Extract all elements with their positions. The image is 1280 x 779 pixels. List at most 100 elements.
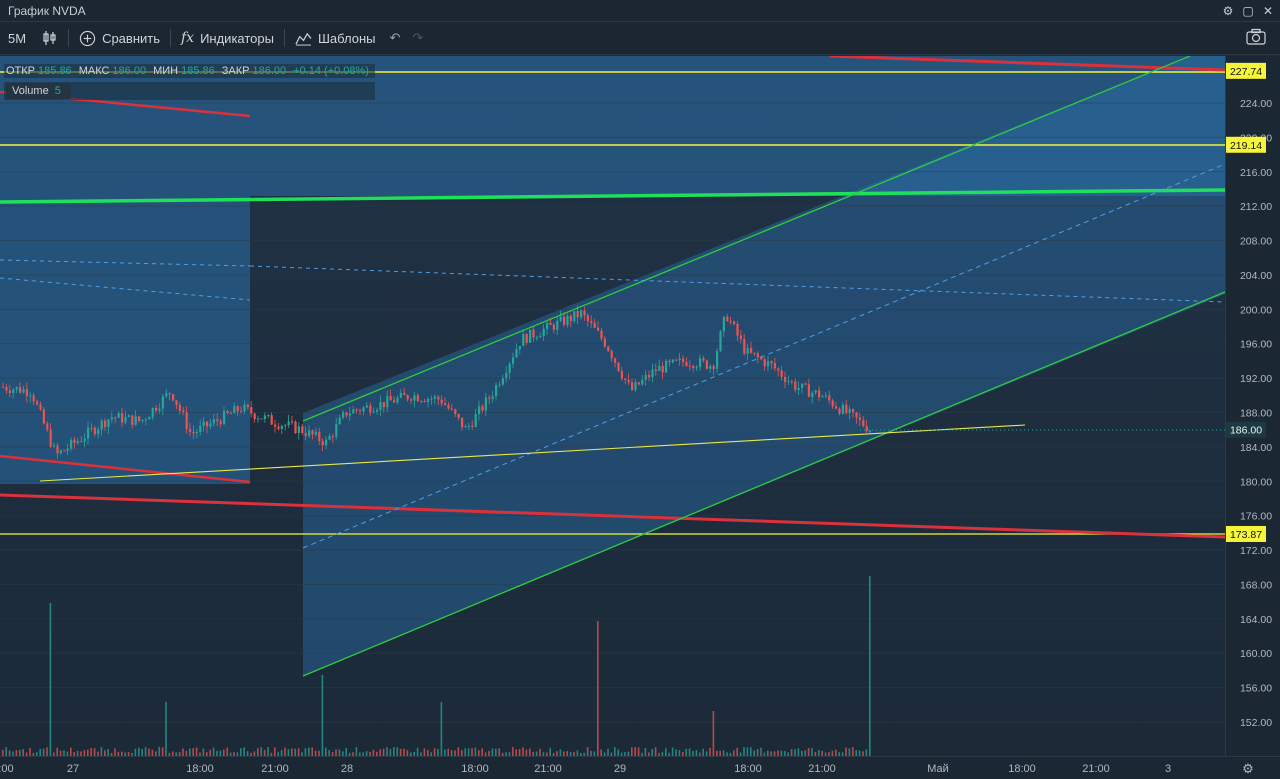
volume-bar [291,748,293,756]
volume-bar [46,747,48,756]
volume-bar [165,702,167,756]
candle-body [597,327,600,331]
candle-body [311,430,314,435]
candle-body [121,413,124,423]
price-axis-canvas: 224.00220.00216.00212.00208.00204.00200.… [1226,62,1272,729]
indicators-button[interactable]: fx Индикаторы [173,22,282,54]
candle-body [818,390,821,398]
ohlc-row: ОТКР 185.86 МАКС 186.00 МИН 185.86 ЗАКР … [4,64,375,78]
candle-body [277,426,280,429]
candle-body [535,337,538,339]
candle-body [294,421,297,434]
volume-bar [396,747,398,756]
templates-button[interactable]: Шаблоны [287,22,384,54]
candle-body [318,431,321,442]
volume-bar [260,747,262,756]
plus-circle-icon [79,30,96,46]
time-tick-label: 28 [341,763,353,775]
volume-bar [107,749,109,756]
volume-bar [539,748,541,756]
volume-bar [423,748,426,756]
candle-body [8,390,11,394]
candle-body [233,406,236,414]
candle-body [682,358,685,363]
candle-body [678,358,681,361]
candle-body [399,392,402,398]
candle-body [631,382,634,391]
chart-pane[interactable] [0,56,1225,756]
candle-body [855,412,858,418]
candle-body [750,347,753,353]
volume-bar [607,748,609,756]
volume-bar [634,747,636,756]
candle-body [590,321,593,323]
divider [170,29,171,47]
volume-bar [614,747,616,756]
volume-bar [651,749,653,756]
volume-legend[interactable]: Volume 5 [4,82,375,100]
settings-icon[interactable]: ⚙ [1220,3,1236,19]
candle-body [566,315,569,325]
time-axis[interactable]: :00 27 18:00 21:00 28 18:00 21:00 29 18:00 21:00 М… [0,756,1280,779]
chart-style-button[interactable] [34,22,66,54]
candle-body [59,450,62,454]
candle-body [345,412,348,416]
candle-body [291,421,294,423]
candle-body [240,411,243,413]
volume-bar [549,747,551,756]
candle-body [362,407,365,412]
close-icon[interactable]: ✕ [1260,3,1276,19]
price-tick-label: 224.00 [1240,98,1272,110]
candle-body [410,399,413,401]
compare-button[interactable]: Сравнить [71,22,168,54]
maximize-icon[interactable]: ▢ [1240,3,1256,19]
undo-button[interactable]: ↶ [383,22,406,54]
candle-body [359,410,362,412]
candle-body [488,397,491,399]
price-tick-label: 180.00 [1240,476,1272,488]
volume-bar [311,747,313,756]
candle-body [716,351,719,369]
volume-bar [750,747,752,756]
volume-bar [321,675,324,756]
candle-body [675,359,678,361]
volume-bar [685,748,687,756]
high-label: МАКС [78,65,110,77]
price-tick-label: 212.00 [1240,201,1272,213]
price-axis[interactable]: 224.00220.00216.00212.00208.00204.00200.… [1225,56,1280,756]
candle-body [515,349,518,358]
candle-body [168,393,171,395]
candle-body [93,427,96,435]
candle-body [189,429,192,432]
volume-bar [848,748,851,756]
candle-body [403,392,406,396]
candle-body [206,421,209,427]
volume-bar [746,747,749,756]
candle-body [624,378,627,380]
candle-body [253,413,256,420]
interval-button[interactable]: 5M [0,22,34,54]
open-value: 185.86 [38,65,72,77]
volume-bar [471,748,473,756]
candle-body [729,321,732,323]
candle-body [467,425,470,427]
price-tick-label: 168.00 [1240,579,1272,591]
candle-body [549,322,552,325]
volume-bar [522,747,524,756]
candle-body [223,411,226,425]
screenshot-button[interactable] [1246,28,1266,48]
candle-body [821,396,824,398]
volume-bar [852,747,854,756]
volume-bar [212,747,215,756]
time-tick-label: 21:00 [1082,763,1110,775]
candle-body [70,439,73,449]
candle-body [784,376,787,383]
candle-body [845,404,848,413]
volume-bar [671,747,674,756]
volume-bar [481,748,483,756]
candle-body [284,425,287,427]
chart-canvas[interactable] [0,56,1225,756]
redo-button[interactable]: ↷ [406,22,429,54]
volume-bar [512,747,514,756]
axis-settings-icon[interactable]: ⚙ [1242,761,1254,776]
